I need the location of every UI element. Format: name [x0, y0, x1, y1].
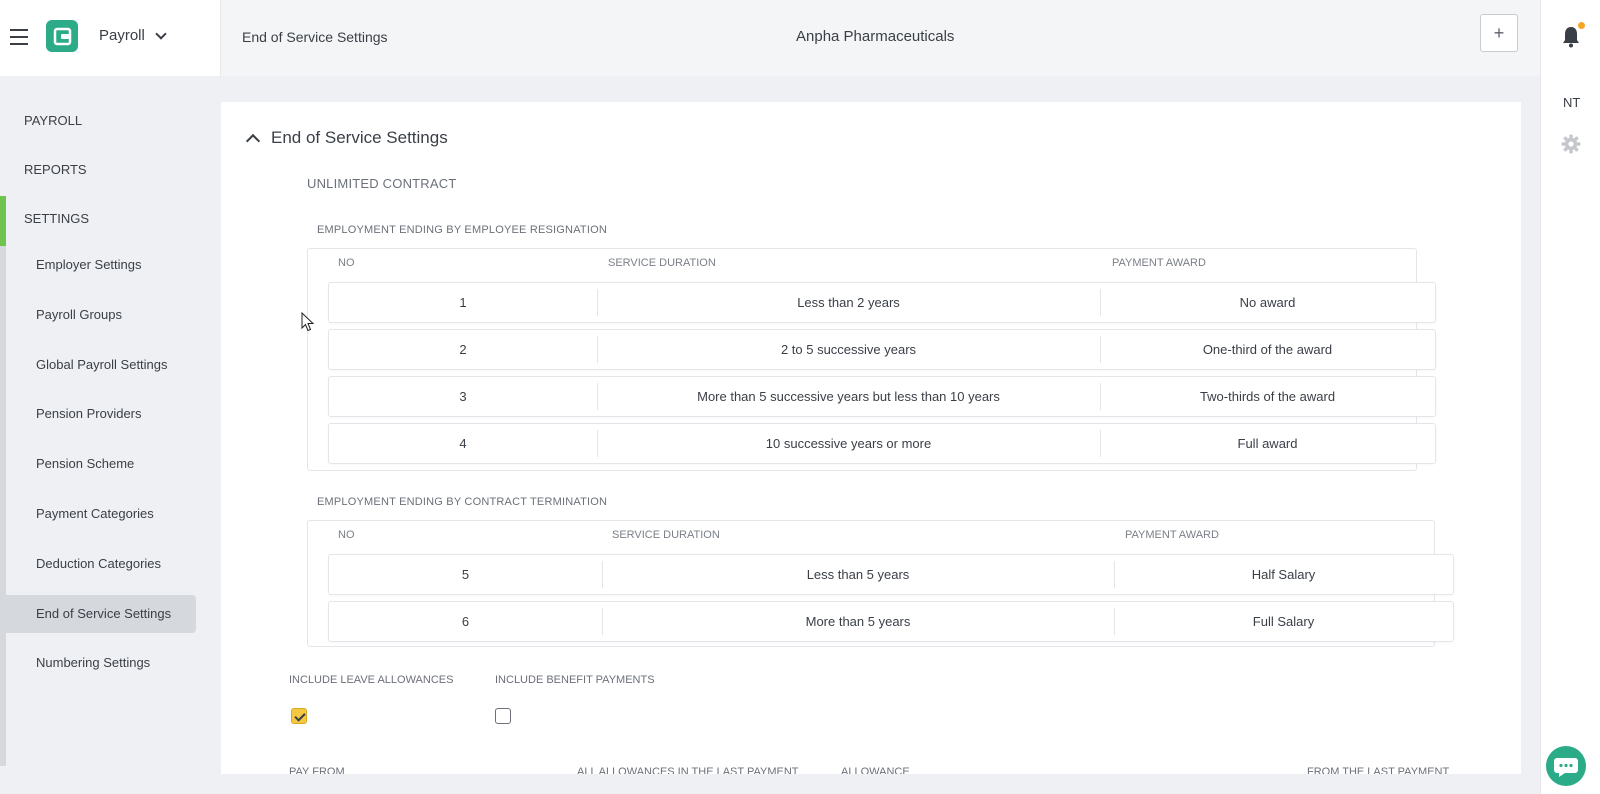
contract-type-label: UNLIMITED CONTRACT [307, 176, 457, 191]
gear-icon[interactable] [1561, 134, 1581, 154]
include-leave-allowances-checkbox[interactable] [291, 708, 307, 724]
add-button[interactable]: + [1480, 14, 1518, 52]
sidebar-item-settings[interactable]: SETTINGS [24, 211, 89, 226]
app-name: Payroll [99, 27, 145, 44]
row-payment-award: Two-thirds of the award [1199, 389, 1336, 404]
row-payment-award: Full Salary [1252, 614, 1315, 629]
table-row[interactable]: 6 More than 5 years Full Salary [328, 601, 1454, 642]
section-title[interactable]: End of Service Settings [271, 128, 448, 148]
sidebar-item-numbering-settings[interactable]: Numbering Settings [6, 644, 196, 682]
sidebar: PAYROLL REPORTS SETTINGS Employer Settin… [0, 76, 221, 794]
column-header-service-duration: SERVICE DURATION [612, 529, 720, 541]
mouse-cursor-icon [301, 312, 315, 332]
table-row[interactable]: 1 Less than 2 years No award [328, 282, 1436, 323]
row-service-duration: 2 to 5 successive years [780, 342, 917, 357]
include-benefit-payments-checkbox[interactable] [495, 708, 511, 724]
bell-icon[interactable] [1562, 26, 1580, 48]
termination-section-label: EMPLOYMENT ENDING BY CONTRACT TERMINATIO… [317, 496, 608, 508]
row-payment-award: No award [1239, 295, 1296, 310]
sidebar-item-pension-providers[interactable]: Pension Providers [6, 395, 196, 433]
user-avatar[interactable]: NT [1563, 95, 1580, 110]
table-row[interactable]: 3 More than 5 successive years but less … [328, 376, 1436, 417]
table-row[interactable]: 5 Less than 5 years Half Salary [328, 554, 1454, 595]
active-section-indicator [0, 196, 6, 246]
resignation-section-label: EMPLOYMENT ENDING BY EMPLOYEE RESIGNATIO… [317, 224, 607, 236]
row-payment-award: One-third of the award [1202, 342, 1333, 357]
row-service-duration: More than 5 years [805, 614, 911, 629]
sidebar-item-end-of-service-settings[interactable]: End of Service Settings [6, 595, 196, 633]
column-header-service-duration: SERVICE DURATION [608, 257, 716, 269]
notification-dot [1578, 22, 1585, 29]
company-name: Anpha Pharmaceuticals [796, 28, 955, 45]
brand-area: Payroll [0, 0, 221, 76]
chevron-up-icon[interactable] [245, 133, 261, 149]
row-service-duration: Less than 5 years [806, 567, 910, 582]
row-number: 1 [459, 295, 467, 310]
sidebar-item-deduction-categories[interactable]: Deduction Categories [6, 545, 196, 583]
row-service-duration: Less than 2 years [797, 295, 900, 310]
chevron-down-icon [155, 27, 167, 40]
table-row[interactable]: 2 2 to 5 successive years One-third of t… [328, 329, 1436, 370]
sidebar-item-payment-categories[interactable]: Payment Categories [6, 495, 196, 533]
row-service-duration: 10 successive years or more [765, 436, 932, 451]
top-bar: End of Service Settings Anpha Pharmaceut… [0, 0, 1600, 76]
row-payment-award: Half Salary [1251, 567, 1316, 582]
row-service-duration: More than 5 successive years but less th… [697, 389, 1000, 404]
settings-panel: End of Service Settings UNLIMITED CONTRA… [221, 102, 1521, 774]
column-header-payment-award: PAYMENT AWARD [1125, 529, 1219, 541]
row-number: 6 [461, 614, 470, 629]
sidebar-item-payroll[interactable]: PAYROLL [24, 113, 82, 128]
row-number: 5 [461, 567, 470, 582]
include-leave-allowances-label: INCLUDE LEAVE ALLOWANCES [289, 674, 454, 686]
column-header-no: NO [338, 529, 355, 541]
all-allowances-label: ALL ALLOWANCES IN THE LAST PAYMENT [577, 766, 799, 774]
include-benefit-payments-label: INCLUDE BENEFIT PAYMENTS [495, 674, 655, 686]
resignation-table: NO SERVICE DURATION PAYMENT AWARD 1 Less… [307, 248, 1436, 471]
menu-icon[interactable] [10, 29, 28, 45]
chat-icon[interactable] [1546, 746, 1586, 786]
app-logo-icon [46, 20, 78, 52]
table-row[interactable]: 4 10 successive years or more Full award [328, 423, 1436, 464]
row-payment-award: Full award [1237, 436, 1298, 451]
sidebar-item-employer-settings[interactable]: Employer Settings [6, 246, 196, 284]
sidebar-item-global-payroll-settings[interactable]: Global Payroll Settings [6, 346, 196, 384]
allowance-label: ALLOWANCE [841, 766, 910, 774]
sidebar-item-payroll-groups[interactable]: Payroll Groups [6, 296, 196, 334]
column-header-payment-award: PAYMENT AWARD [1112, 257, 1206, 269]
column-header-no: NO [338, 257, 355, 269]
pay-from-label: PAY FROM [289, 766, 345, 774]
app-switcher[interactable]: Payroll [99, 27, 167, 44]
from-last-payment-label: FROM THE LAST PAYMENT [1307, 766, 1450, 774]
sidebar-item-reports[interactable]: REPORTS [24, 162, 87, 177]
row-number: 4 [459, 436, 467, 451]
row-number: 2 [459, 342, 467, 357]
row-number: 3 [459, 389, 467, 404]
sidebar-item-pension-scheme[interactable]: Pension Scheme [6, 445, 196, 483]
right-rail: NT [1540, 0, 1600, 794]
termination-table: NO SERVICE DURATION PAYMENT AWARD 5 Less… [307, 520, 1454, 647]
breadcrumb: End of Service Settings [242, 29, 388, 45]
